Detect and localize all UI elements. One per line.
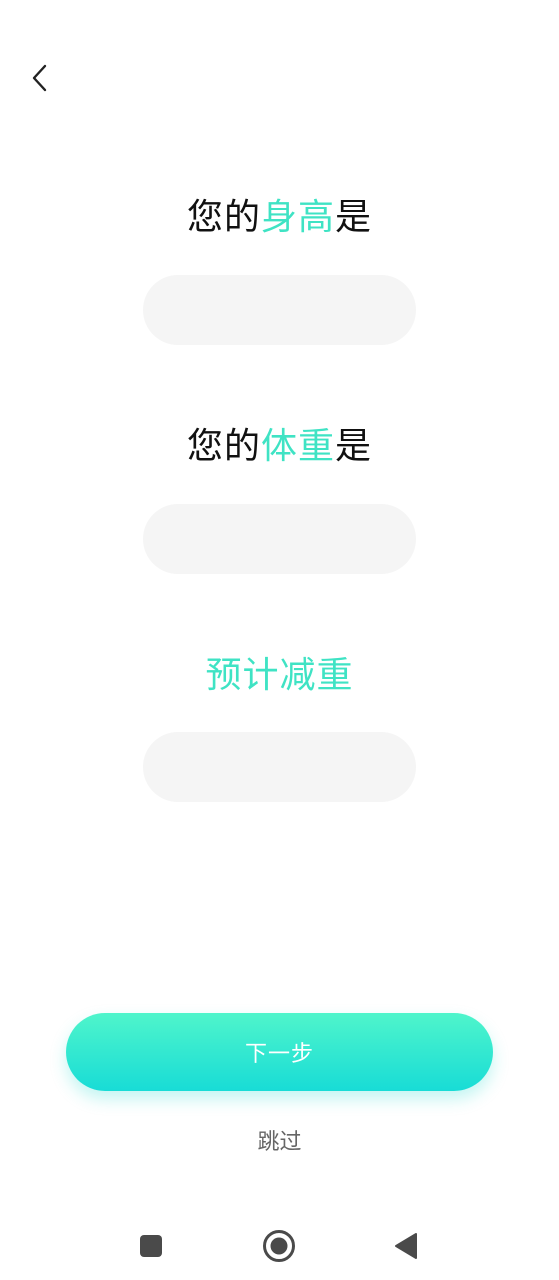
square-icon [140,1235,162,1257]
weight-input[interactable] [143,504,416,574]
weight-question: 您的体重是 [0,425,559,469]
recents-button[interactable] [131,1226,171,1266]
goal-question: 预计减重 [205,655,354,696]
goal-input[interactable] [143,732,416,802]
skip-link[interactable]: 跳过 [0,1124,559,1156]
back-button[interactable] [22,58,58,98]
height-question-prefix: 您的 [186,197,261,238]
triangle-back-icon [395,1233,417,1259]
next-step-label: 下一步 [244,1042,314,1067]
height-question: 您的身高是 [0,196,559,240]
system-nav-bar [0,1210,559,1280]
home-button[interactable] [259,1226,299,1266]
height-input[interactable] [143,275,416,345]
height-question-highlight: 身高 [260,197,335,238]
height-question-suffix: 是 [335,197,373,238]
weight-question-suffix: 是 [335,426,373,467]
next-step-button[interactable]: 下一步 [66,1013,493,1091]
weight-question-prefix: 您的 [186,426,261,467]
system-back-button[interactable] [386,1226,426,1266]
weight-question-highlight: 体重 [260,426,335,467]
chevron-left-icon [32,64,47,92]
circle-icon [263,1230,295,1262]
